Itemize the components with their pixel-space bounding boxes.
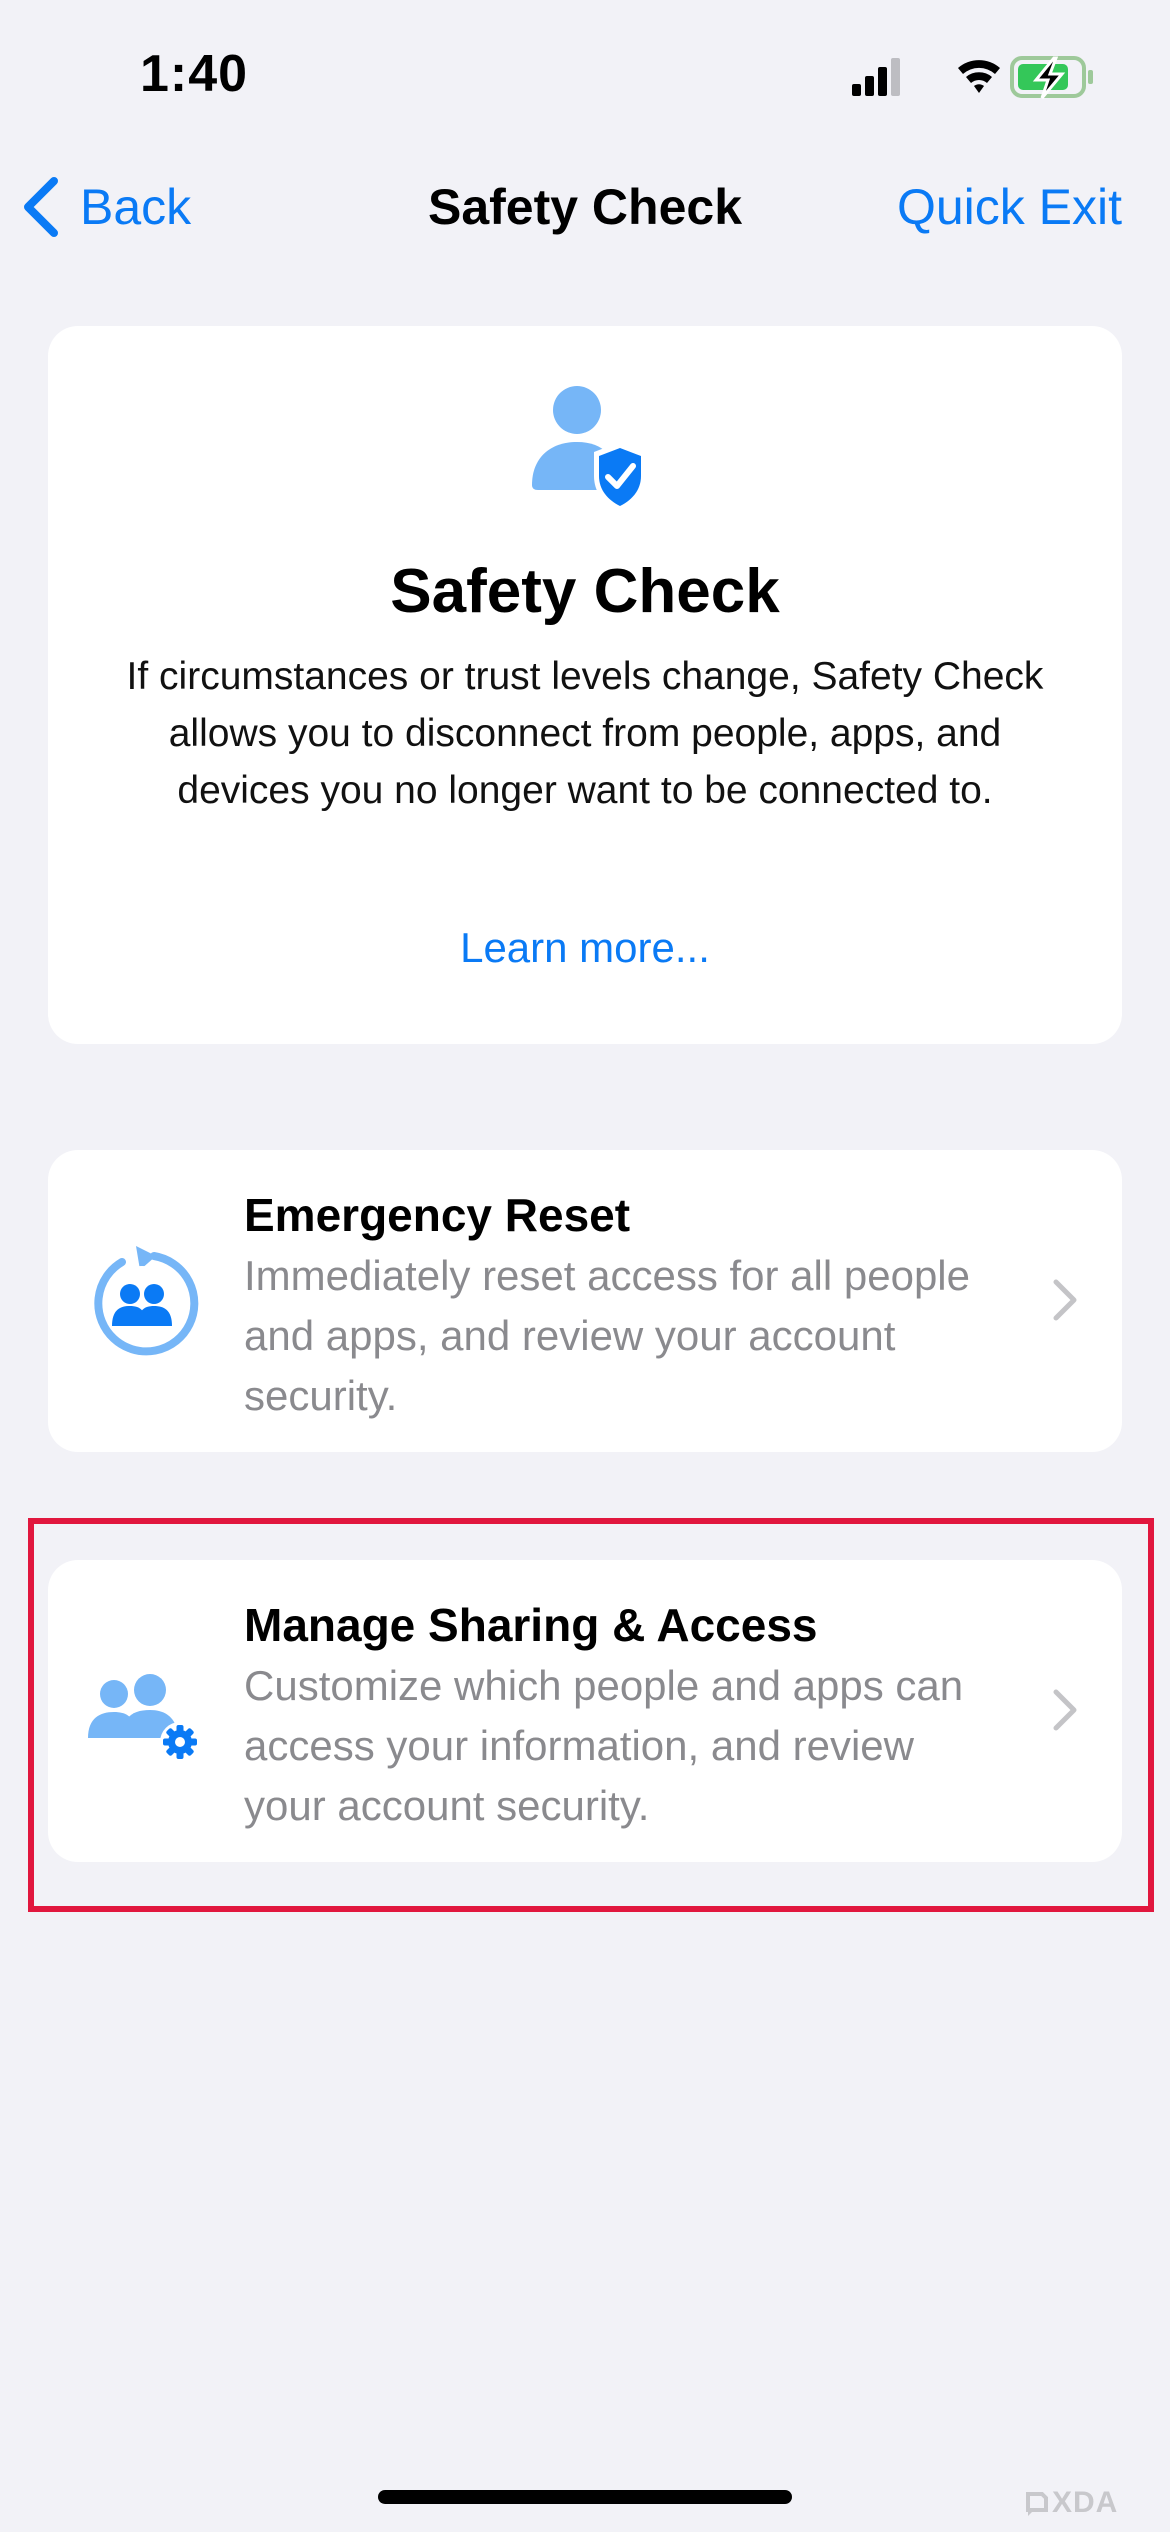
emergency-reset-row[interactable]: Emergency Reset Immediately reset access… xyxy=(48,1150,1122,1452)
signal-icon xyxy=(852,58,900,96)
chevron-right-icon xyxy=(1053,1279,1077,1321)
battery-charging-icon xyxy=(1010,56,1093,99)
highlight-box xyxy=(28,1518,1154,1912)
person-shield-check-icon xyxy=(532,386,646,512)
emergency-reset-title: Emergency Reset xyxy=(244,1189,631,1241)
quick-exit-button[interactable]: Quick Exit xyxy=(897,178,1122,236)
learn-more-link[interactable]: Learn more... xyxy=(48,924,1122,972)
safety-check-title: Safety Check xyxy=(390,557,780,626)
status-time: 1:40 xyxy=(140,45,249,103)
wifi-icon xyxy=(958,60,1000,93)
safety-check-description: If circumstances or trust levels change,… xyxy=(126,655,1044,812)
xda-logo-icon xyxy=(1026,2492,1048,2516)
xda-watermark-text: XDA xyxy=(1052,2486,1119,2519)
home-indicator[interactable] xyxy=(378,2490,792,2504)
xda-watermark: XDA xyxy=(1024,2486,1138,2520)
emergency-reset-description: Immediately reset access for all people … xyxy=(244,1252,970,1419)
emergency-reset-icon xyxy=(94,1246,199,1356)
status-icons xyxy=(850,52,1100,102)
